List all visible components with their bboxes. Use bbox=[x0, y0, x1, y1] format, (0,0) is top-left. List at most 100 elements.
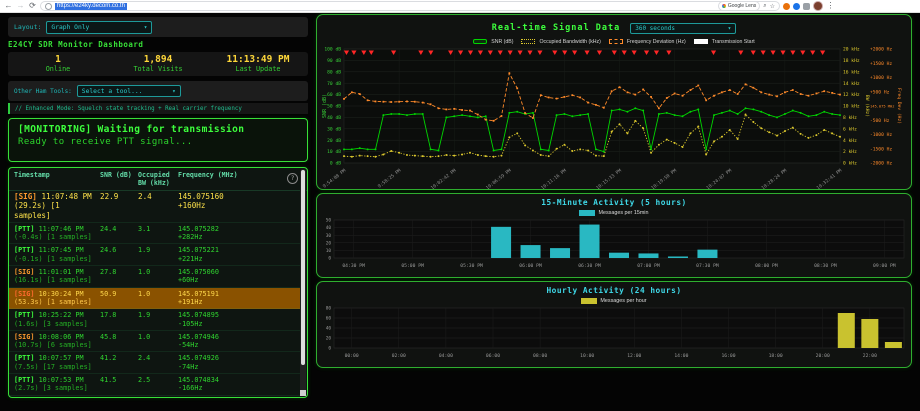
svg-text:05:30 PM: 05:30 PM bbox=[460, 263, 483, 269]
google-lens-button[interactable]: Google Lens bbox=[718, 1, 760, 11]
signal-tag: [SIG] bbox=[14, 290, 34, 298]
row-frequency: 145.074946-54Hz bbox=[178, 333, 300, 350]
svg-text:145.075 MHz: 145.075 MHz bbox=[870, 105, 894, 109]
svg-text:0 dB: 0 dB bbox=[330, 161, 341, 167]
table-row[interactable]: [SIG] 11:01:01 PM (16.1s) [1 samples]27.… bbox=[9, 266, 300, 288]
bar bbox=[697, 250, 717, 258]
row-detail: (29.2s) [1 samples] bbox=[14, 201, 60, 219]
table-scrollbar-end[interactable] bbox=[300, 390, 306, 396]
stat-last-update-value: 11:13:49 PM bbox=[208, 55, 308, 65]
row-frequency: 145.075282+282Hz bbox=[178, 225, 300, 242]
extension-icon-blue[interactable] bbox=[793, 3, 800, 10]
extensions-puzzle-icon[interactable] bbox=[803, 3, 810, 10]
table-row[interactable]: [PTT] 10:25:22 PM (1.6s) [3 samples]17.8… bbox=[9, 309, 300, 331]
svg-text:30 dB: 30 dB bbox=[327, 126, 341, 132]
table-row[interactable]: [SIG] 11:07:48 PM (29.2s) [1 samples]22.… bbox=[9, 190, 300, 223]
search-icon[interactable]: ⌕ bbox=[763, 3, 766, 10]
row-time: 10:25:22 PM bbox=[39, 311, 84, 319]
table-row[interactable]: [SIG] 10:30:24 PM (53.3s) [1 samples]50.… bbox=[9, 288, 300, 310]
tools-select[interactable]: Select a tool... ▾ bbox=[77, 85, 181, 97]
svg-text:00:00: 00:00 bbox=[345, 353, 359, 359]
row-detail: (16.1s) [1 samples] bbox=[14, 276, 92, 284]
page-title: E24CY SDR Monitor Dashboard bbox=[8, 40, 308, 51]
svg-text:06:00 PM: 06:00 PM bbox=[519, 263, 542, 269]
svg-text:05:00 PM: 05:00 PM bbox=[401, 263, 424, 269]
stats-bar: 1 Online 1,894 Total Visits 11:13:49 PM … bbox=[8, 52, 308, 76]
svg-text:04:30 PM: 04:30 PM bbox=[342, 263, 365, 269]
bar bbox=[609, 253, 629, 258]
col-timestamp: Timestamp bbox=[14, 172, 100, 187]
svg-text:80 dB: 80 dB bbox=[327, 69, 341, 75]
activity15-title: 15-Minute Activity (5 hours) bbox=[317, 198, 911, 208]
row-frequency: 145.074895-105Hz bbox=[178, 311, 300, 328]
svg-text:-2000 Hz: -2000 Hz bbox=[870, 161, 892, 167]
tools-label: Other Ham Tools: bbox=[14, 88, 72, 95]
svg-text:10:06:59 PM: 10:06:59 PM bbox=[485, 168, 513, 189]
svg-text:40: 40 bbox=[326, 225, 332, 231]
bookmark-star-icon[interactable]: ☆ bbox=[770, 3, 775, 10]
site-info-icon[interactable] bbox=[45, 3, 52, 10]
svg-text:60: 60 bbox=[326, 316, 332, 322]
svg-text:40 dB: 40 dB bbox=[327, 115, 341, 121]
svg-text:10:00: 10:00 bbox=[580, 353, 594, 359]
row-snr: 27.8 bbox=[100, 268, 138, 285]
hourly-legend: Messages per hour bbox=[317, 296, 911, 305]
row-snr: 45.8 bbox=[100, 333, 138, 350]
svg-text:10 dB: 10 dB bbox=[327, 149, 341, 155]
svg-text:20: 20 bbox=[326, 240, 332, 246]
svg-text:18 kHz: 18 kHz bbox=[843, 58, 860, 64]
table-row[interactable]: [PTT] 10:07:57 PM (7.5s) [17 samples]41.… bbox=[9, 352, 300, 374]
svg-text:90 dB: 90 dB bbox=[327, 58, 341, 64]
svg-text:100 dB: 100 dB bbox=[324, 47, 341, 53]
svg-text:16 kHz: 16 kHz bbox=[843, 69, 860, 75]
row-frequency: 145.075221+221Hz bbox=[178, 246, 300, 263]
svg-text:06:00: 06:00 bbox=[486, 353, 500, 359]
chevron-down-icon: ▾ bbox=[728, 25, 732, 32]
table-row[interactable]: [SIG] 10:08:06 PM (10.7s) [6 samples]45.… bbox=[9, 331, 300, 353]
bar bbox=[580, 225, 600, 258]
svg-text:04:00: 04:00 bbox=[439, 353, 453, 359]
svg-text:10:11:16 PM: 10:11:16 PM bbox=[540, 168, 568, 189]
url-text[interactable]: https://e24ky.decom.co.th bbox=[55, 3, 127, 10]
svg-text:70 dB: 70 dB bbox=[327, 81, 341, 87]
row-snr: 22.9 bbox=[100, 192, 138, 220]
help-icon[interactable]: ? bbox=[287, 173, 298, 184]
svg-text:22:00: 22:00 bbox=[863, 353, 877, 359]
row-detail: (2.7s) [3 samples] bbox=[14, 384, 88, 392]
table-scrollbar[interactable] bbox=[300, 169, 306, 396]
svg-text:4 kHz: 4 kHz bbox=[843, 138, 857, 144]
svg-text:08:00 PM: 08:00 PM bbox=[755, 263, 778, 269]
stat-last-update: 11:13:49 PM Last Update bbox=[208, 55, 308, 73]
svg-text:SNR (dB): SNR (dB) bbox=[322, 94, 328, 118]
table-scrollbar-thumb[interactable] bbox=[301, 170, 305, 365]
bar bbox=[885, 342, 902, 348]
table-row[interactable]: [PTT] 11:07:45 PM (-0.1s) [1 samples]24.… bbox=[9, 244, 300, 266]
signal-table-panel: Timestamp SNR (dB) Occupied BW (kHz) Fre… bbox=[8, 167, 308, 398]
forward-icon[interactable]: → bbox=[16, 2, 25, 10]
svg-text:02:00: 02:00 bbox=[392, 353, 406, 359]
table-row[interactable]: [PTT] 10:07:46 PM (5.6s) [11 samples]45.… bbox=[9, 396, 300, 397]
address-bar[interactable]: https://e24ky.decom.co.th Google Lens ⌕ … bbox=[40, 1, 780, 11]
table-row[interactable]: [PTT] 11:07:46 PM (-0.4s) [1 samples]24.… bbox=[9, 223, 300, 245]
stat-online-value: 1 bbox=[8, 55, 108, 65]
svg-text:10: 10 bbox=[326, 248, 332, 254]
svg-text:12:00: 12:00 bbox=[627, 353, 641, 359]
svg-text:0: 0 bbox=[328, 256, 331, 262]
svg-text:80: 80 bbox=[326, 306, 332, 312]
signal-tag: [PTT] bbox=[14, 225, 34, 233]
signal-tag: [PTT] bbox=[14, 311, 34, 319]
extension-icon-orange[interactable] bbox=[783, 3, 790, 10]
back-icon[interactable]: ← bbox=[4, 2, 13, 10]
layout-select[interactable]: Graph Only ▾ bbox=[46, 21, 152, 34]
time-range-select[interactable]: 360 seconds ▾ bbox=[630, 23, 736, 34]
svg-text:-1000 Hz: -1000 Hz bbox=[870, 132, 892, 138]
table-row[interactable]: [PTT] 10:07:53 PM (2.7s) [3 samples]41.5… bbox=[9, 374, 300, 396]
profile-avatar[interactable] bbox=[813, 1, 823, 11]
svg-text:16:00: 16:00 bbox=[721, 353, 735, 359]
reload-icon[interactable]: ⟳ bbox=[28, 2, 37, 10]
svg-text:10 kHz: 10 kHz bbox=[843, 104, 860, 110]
svg-text:0 kHz: 0 kHz bbox=[843, 161, 857, 167]
menu-icon[interactable]: ⋮ bbox=[826, 2, 835, 10]
bar bbox=[521, 245, 541, 258]
row-bw: 1.9 bbox=[138, 311, 178, 328]
